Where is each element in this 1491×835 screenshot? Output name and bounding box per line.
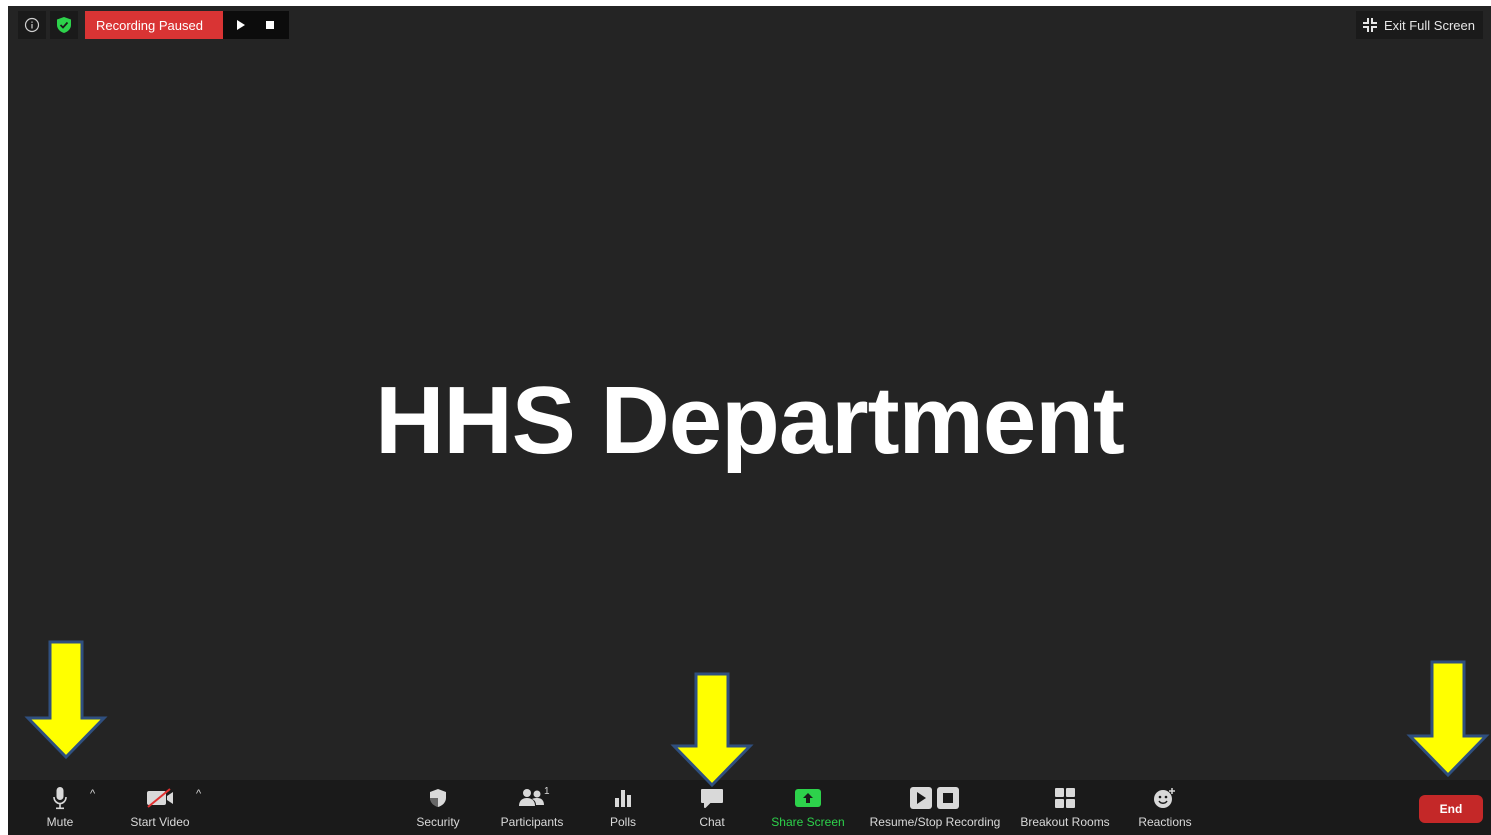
end-meeting-label: End (1439, 802, 1463, 816)
status-bar: Recording Paused (18, 11, 289, 39)
share-screen-label: Share Screen (771, 815, 845, 829)
breakout-rooms-button[interactable]: Breakout Rooms (1016, 780, 1114, 835)
reactions-label: Reactions (1138, 815, 1192, 829)
participants-label: Participants (500, 815, 564, 829)
recording-status-label: Recording Paused (96, 17, 203, 33)
reactions-button[interactable]: Reactions (1134, 780, 1196, 835)
play-stop-icon (910, 787, 959, 809)
shield-check-icon (57, 17, 71, 33)
info-button[interactable] (18, 11, 46, 39)
participants-count-badge: 1 (544, 786, 550, 797)
resume-stop-recording-button[interactable]: Resume/Stop Recording (864, 780, 1006, 835)
video-options-caret-icon[interactable]: ^ (196, 788, 201, 800)
microphone-icon (53, 787, 67, 810)
play-icon[interactable] (236, 19, 246, 31)
audio-options-caret-icon[interactable]: ^ (90, 788, 95, 800)
participants-button[interactable]: Participants 1 (496, 780, 568, 835)
smiley-plus-icon (1154, 788, 1175, 808)
exit-fullscreen-label: Exit Full Screen (1383, 17, 1475, 33)
end-meeting-button[interactable]: End (1419, 795, 1483, 823)
start-video-label: Start Video (130, 815, 190, 829)
share-screen-icon (795, 789, 821, 807)
chat-button[interactable]: Chat (692, 780, 732, 835)
start-video-button[interactable]: Start Video (124, 780, 196, 835)
polls-button[interactable]: Polls (604, 780, 642, 835)
annotation-arrow-end (1406, 660, 1490, 778)
chat-label: Chat (699, 815, 725, 829)
breakout-rooms-label: Breakout Rooms (1020, 815, 1110, 829)
mute-label: Mute (46, 815, 74, 829)
security-button[interactable]: Security (412, 780, 464, 835)
recording-status-badge: Recording Paused (85, 11, 223, 39)
exit-fullscreen-button[interactable]: Exit Full Screen (1355, 11, 1483, 39)
mute-button[interactable]: Mute (38, 780, 82, 835)
people-icon (519, 789, 544, 806)
annotation-arrow-mute (24, 640, 108, 760)
annotation-arrow-chat (670, 672, 754, 788)
stop-icon[interactable] (265, 20, 275, 30)
grid-icon (1055, 788, 1075, 808)
meeting-title: HHS Department (375, 367, 1125, 474)
meeting-toolbar: Mute ^ Start Video ^ Security Participan… (8, 780, 1491, 835)
info-icon (24, 17, 40, 33)
shield-icon (430, 789, 446, 807)
video-off-icon (147, 788, 173, 808)
encryption-button[interactable] (50, 11, 78, 39)
recording-controls (222, 11, 289, 39)
bar-chart-icon (615, 790, 631, 807)
resume-stop-recording-label: Resume/Stop Recording (869, 815, 1001, 829)
exit-fullscreen-icon (1362, 18, 1377, 32)
security-label: Security (416, 815, 460, 829)
speech-bubble-icon (701, 789, 723, 808)
polls-label: Polls (609, 815, 636, 829)
share-screen-button[interactable]: Share Screen (768, 780, 848, 835)
